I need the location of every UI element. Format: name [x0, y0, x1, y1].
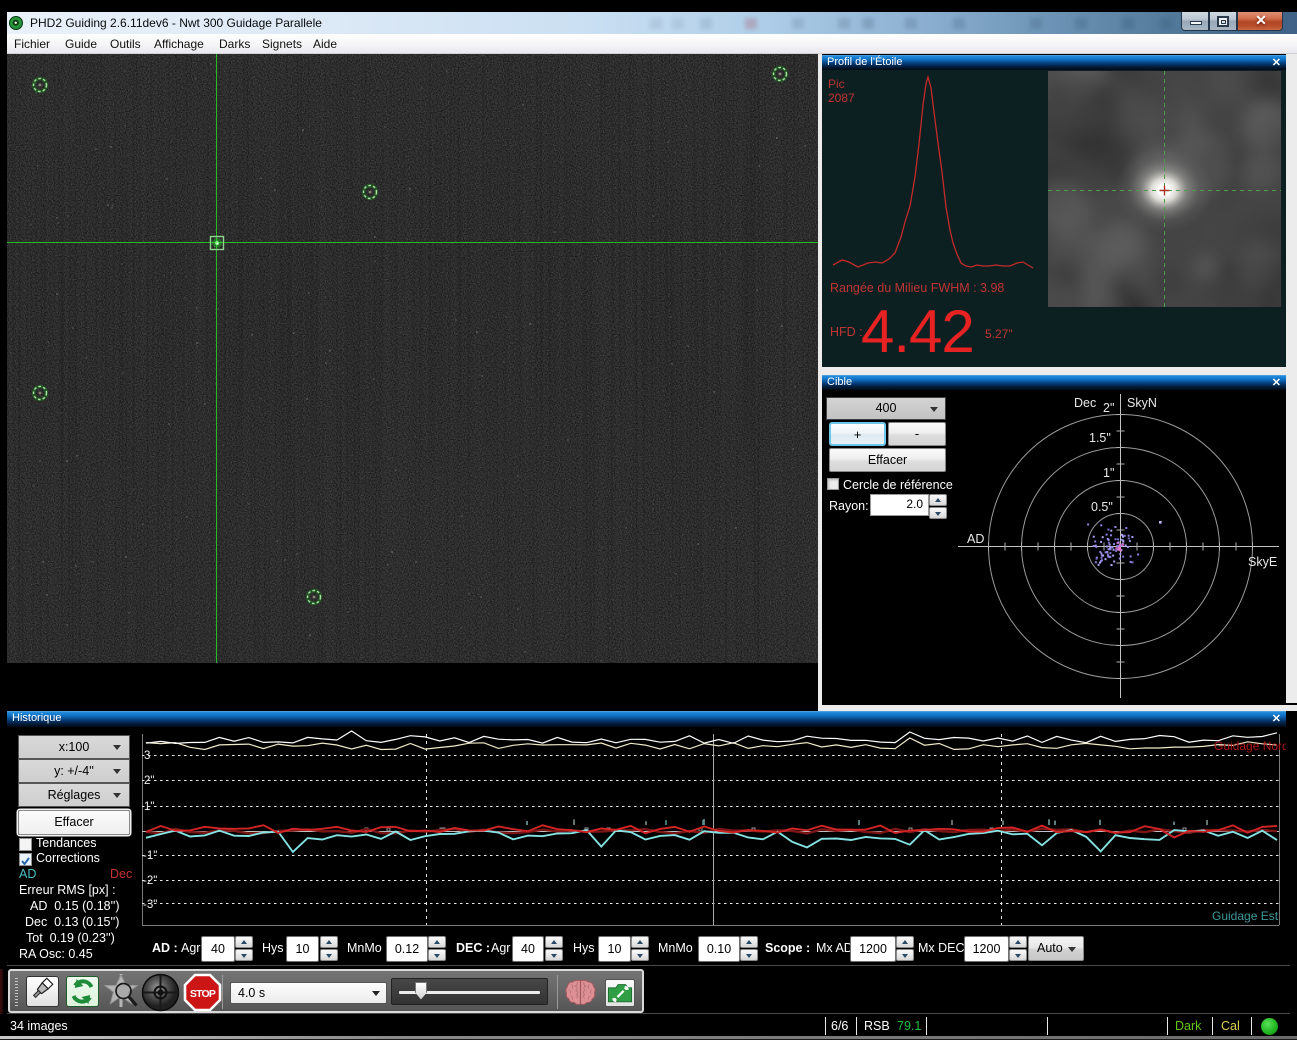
svg-text:Guidage Nord: Guidage Nord: [1214, 739, 1286, 753]
svg-text:SkyE: SkyE: [1248, 555, 1277, 569]
svg-text:Guidage Est: Guidage Est: [1212, 909, 1279, 923]
svg-text:STOP: STOP: [190, 988, 216, 1000]
svg-text:2": 2": [144, 775, 154, 787]
svg-text:3: 3: [144, 750, 150, 762]
svg-text:1.5": 1.5": [1089, 431, 1111, 445]
svg-text:AD: AD: [967, 532, 984, 546]
svg-text:-2": -2": [143, 875, 157, 887]
svg-text:2": 2": [1103, 401, 1114, 415]
svg-text:-1": -1": [143, 850, 157, 862]
svg-text:1": 1": [1103, 466, 1114, 480]
svg-text:1": 1": [144, 801, 154, 813]
svg-text:Dec: Dec: [1074, 396, 1096, 410]
svg-text:0.5": 0.5": [1091, 500, 1113, 514]
svg-text:SkyN: SkyN: [1127, 396, 1157, 410]
svg-text:-3": -3": [143, 899, 157, 911]
